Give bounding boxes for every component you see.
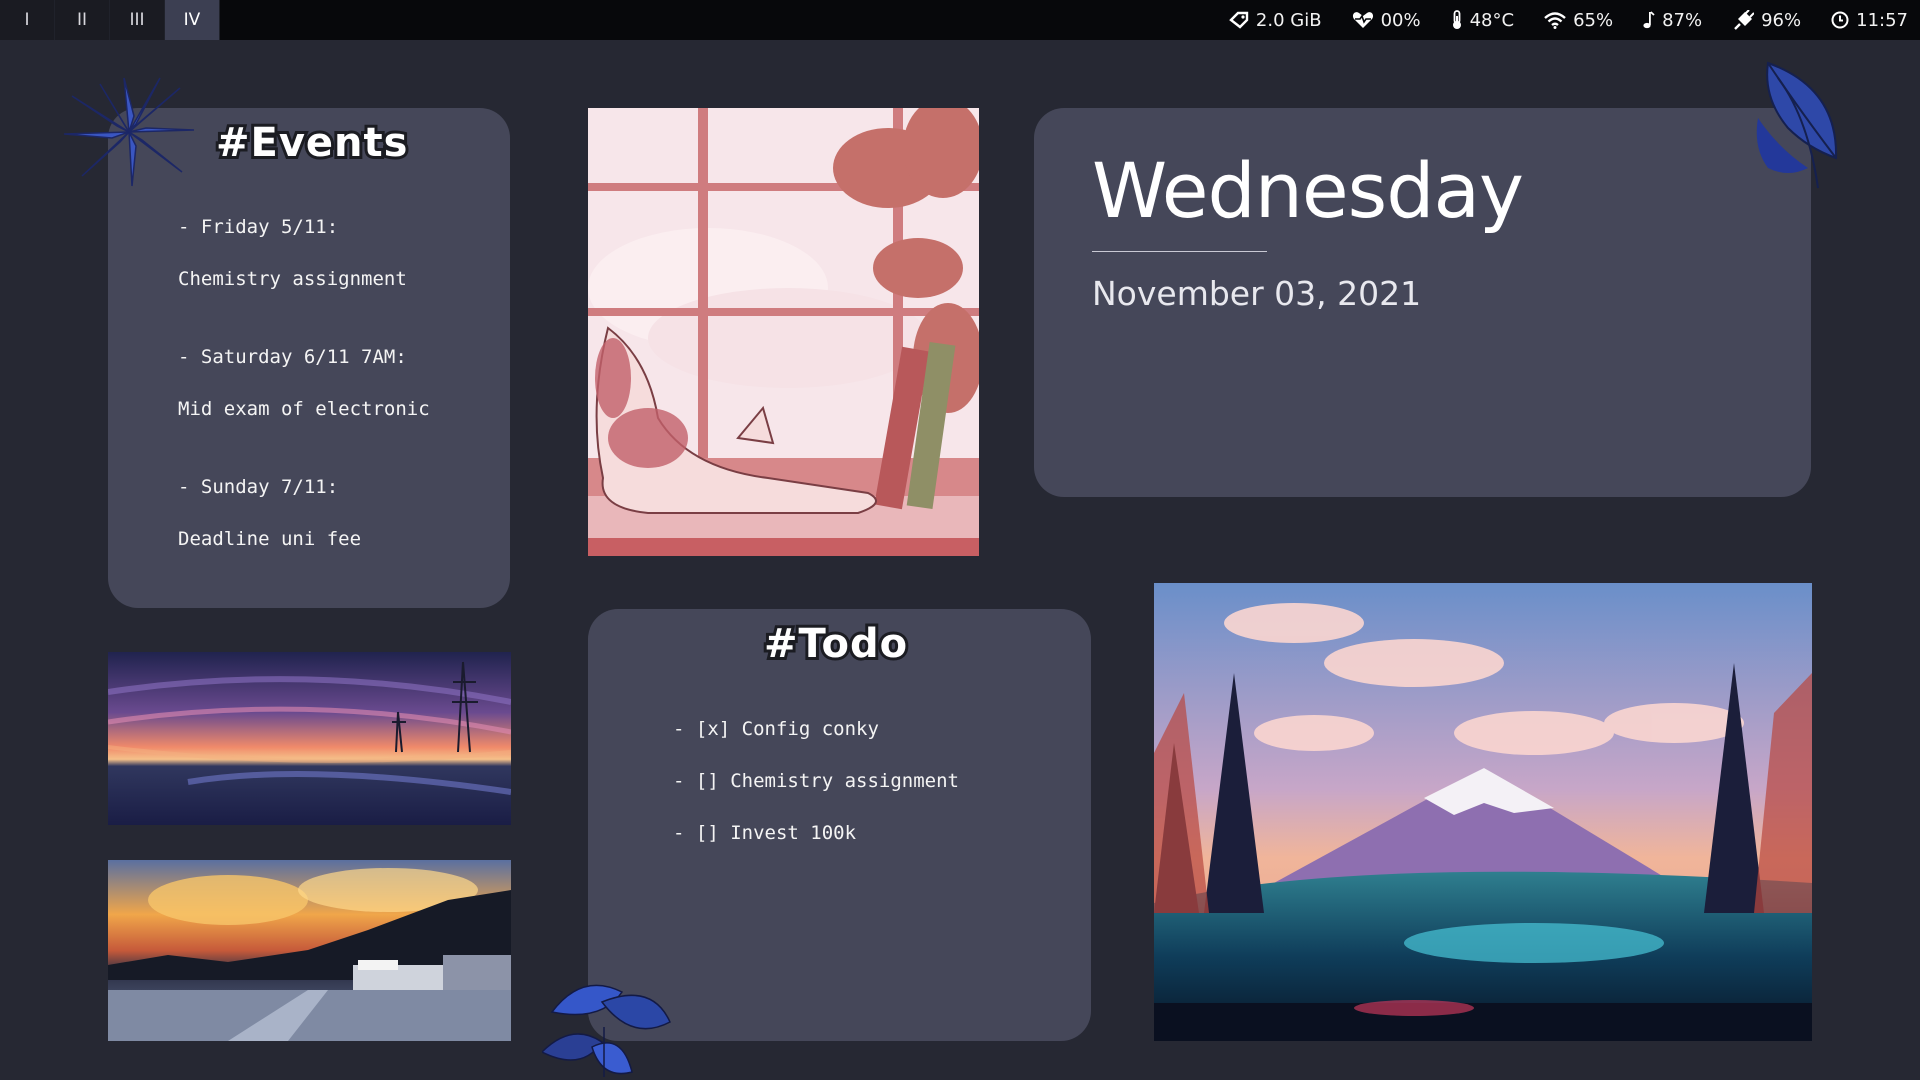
leaf-decoration-top-right: [1756, 61, 1838, 189]
weekday-label: Wednesday: [1092, 146, 1524, 235]
event-line-3: - Saturday 6/11 7AM:: [178, 346, 407, 368]
clock-status[interactable]: 11:57: [1831, 10, 1908, 31]
workspace-switcher: I II III IV: [0, 0, 220, 40]
todo-item-2: - [] Chemistry assignment: [673, 770, 959, 792]
workspace-4[interactable]: IV: [165, 0, 220, 40]
status-area: 2.0 GiB 00% 48°C 65% 87% 96% 11:57: [1199, 0, 1920, 40]
todo-title: #Todo: [761, 618, 910, 670]
music-note-icon: [1643, 11, 1655, 29]
todo-item-1: - [x] Config conky: [673, 718, 879, 740]
cat-window-image: [588, 108, 979, 556]
clock-value: 11:57: [1856, 9, 1908, 31]
event-line-4: Mid exam of electronic: [178, 398, 430, 420]
leaf-decoration-bottom: [542, 984, 671, 1077]
battery-value: 96%: [1761, 9, 1802, 31]
full-date-label: November 03, 2021: [1092, 274, 1422, 313]
event-line-2: Chemistry assignment: [178, 268, 407, 290]
memory-status[interactable]: 2.0 GiB: [1229, 10, 1322, 31]
event-line-1: - Friday 5/11:: [178, 216, 339, 238]
wifi-value: 65%: [1573, 9, 1614, 31]
workspace-2[interactable]: II: [55, 0, 110, 40]
temperature-value: 48°C: [1469, 9, 1515, 31]
todo-item-3: - [] Invest 100k: [673, 822, 857, 844]
date-card: Wednesday November 03, 2021: [1034, 108, 1811, 497]
event-line-6: Deadline uni fee: [178, 528, 362, 550]
wifi-status[interactable]: 65%: [1544, 10, 1613, 31]
wifi-icon: [1544, 11, 1566, 29]
volume-status[interactable]: 87%: [1643, 10, 1702, 31]
top-bar: I II III IV 2.0 GiB 00% 48°C 65% 87% 96%: [0, 0, 1920, 40]
temperature-status[interactable]: 48°C: [1451, 10, 1514, 31]
event-line-5: - Sunday 7/11:: [178, 476, 339, 498]
sunset-lake-image: [108, 652, 511, 825]
heart-pulse-icon: [1352, 12, 1373, 28]
date-divider: [1092, 251, 1267, 252]
cpu-status[interactable]: 00%: [1352, 10, 1421, 31]
memory-value: 2.0 GiB: [1255, 9, 1322, 31]
cafe-sunset-image: [108, 860, 511, 1041]
mountain-lake-image: [1154, 583, 1812, 1041]
thermometer-icon: [1452, 10, 1461, 29]
memory-icon: [1229, 11, 1249, 29]
workspace-1[interactable]: I: [0, 0, 55, 40]
volume-value: 87%: [1662, 9, 1703, 31]
workspace-3[interactable]: III: [110, 0, 165, 40]
battery-charging-icon: [1734, 10, 1755, 30]
cpu-value: 00%: [1380, 9, 1421, 31]
battery-status[interactable]: 96%: [1732, 10, 1801, 31]
leaf-decoration-top-left: [63, 77, 195, 187]
events-title: #Events: [213, 117, 410, 169]
clock-icon: [1831, 11, 1849, 29]
